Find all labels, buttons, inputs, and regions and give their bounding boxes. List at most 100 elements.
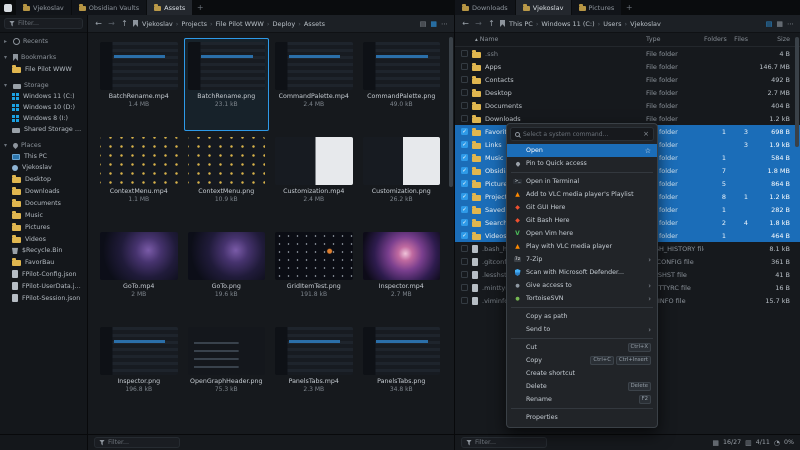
bookmark-icon[interactable] xyxy=(500,20,505,27)
sidebar-section-header-storage[interactable]: ▾Storage xyxy=(0,80,87,91)
grid-view-icon[interactable]: ▦ xyxy=(776,20,783,28)
sidebar-item-fpilot-session-json[interactable]: FPilot-Session.json xyxy=(0,292,87,304)
sidebar-item-shared-storage-t[interactable]: Shared Storage (T:) xyxy=(0,124,87,135)
column-header-type[interactable]: Type xyxy=(646,36,704,43)
forward-button[interactable]: → xyxy=(107,19,116,28)
row-checkbox[interactable]: ✓ xyxy=(461,128,468,135)
sidebar-item-downloads[interactable]: Downloads xyxy=(0,185,87,197)
menu-item-cut[interactable]: CutCtrl+X xyxy=(507,341,657,354)
sidebar-item-this-pc[interactable]: This PC xyxy=(0,151,87,162)
menu-item-pin-to-quick-access[interactable]: Pin to Quick access xyxy=(507,157,657,170)
sidebar-section-header-recents[interactable]: ▸Recents xyxy=(0,36,87,47)
file-item-batchrename-png[interactable]: BatchRename.png23.1 kB xyxy=(184,38,270,131)
star-icon[interactable]: ☆ xyxy=(645,147,651,155)
row-checkbox[interactable] xyxy=(461,76,468,83)
tab-assets[interactable]: Assets xyxy=(147,0,193,15)
table-row-ssh[interactable]: .sshFile folder4 B xyxy=(455,47,800,60)
back-button[interactable]: ← xyxy=(94,19,103,28)
row-checkbox[interactable] xyxy=(461,50,468,57)
row-checkbox[interactable]: ✓ xyxy=(461,193,468,200)
more-options-icon[interactable]: ⋯ xyxy=(441,20,448,28)
file-item-contextmenu-png[interactable]: ContextMenu.png10.9 kB xyxy=(184,133,270,226)
up-button[interactable]: ↑ xyxy=(120,19,129,28)
breadcrumb-item[interactable]: File Pilot WWW xyxy=(216,20,264,28)
row-checkbox[interactable]: ✓ xyxy=(461,219,468,226)
bookmark-icon[interactable] xyxy=(133,20,138,27)
row-checkbox[interactable]: ✓ xyxy=(461,167,468,174)
file-item-panelstabs-mp4[interactable]: PanelsTabs.mp42.3 MB xyxy=(271,323,357,416)
sidebar-item-windows-10-d[interactable]: Windows 10 (D:) xyxy=(0,102,87,113)
file-item-customization-mp4[interactable]: Customization.mp42.4 MB xyxy=(271,133,357,226)
menu-item-tortoisesvn[interactable]: TortoiseSVN› xyxy=(507,292,657,305)
breadcrumb-item[interactable]: This PC xyxy=(509,20,533,28)
menu-item-open[interactable]: Open☆ xyxy=(507,144,657,157)
column-header-size[interactable]: Size xyxy=(748,36,790,43)
tab-downloads[interactable]: Downloads xyxy=(455,0,516,15)
row-checkbox[interactable]: ✓ xyxy=(461,232,468,239)
row-checkbox[interactable]: ✓ xyxy=(461,206,468,213)
file-item-contextmenu-mp4[interactable]: ContextMenu.mp41.1 MB xyxy=(96,133,182,226)
file-item-griditemtest-png[interactable]: GridItemTest.png191.8 kB xyxy=(271,228,357,321)
row-checkbox[interactable] xyxy=(461,115,468,122)
menu-item-open-in-terminal[interactable]: Open in Terminal xyxy=(507,175,657,188)
row-checkbox[interactable] xyxy=(461,89,468,96)
row-checkbox[interactable]: ✓ xyxy=(461,154,468,161)
new-tab-button[interactable]: + xyxy=(193,0,207,15)
tab-obsidian-vaults[interactable]: Obsidian Vaults xyxy=(72,0,147,15)
menu-item-rename[interactable]: RenameF2 xyxy=(507,393,657,406)
menu-item-copy[interactable]: CopyCtrl+CCtrl+Insert xyxy=(507,354,657,367)
sidebar-item-vjekoslav[interactable]: Vjekoslav xyxy=(0,162,87,173)
table-row-contacts[interactable]: ContactsFile folder492 B xyxy=(455,73,800,86)
row-checkbox[interactable]: ✓ xyxy=(461,180,468,187)
row-checkbox[interactable] xyxy=(461,245,468,252)
sidebar-section-header-bookmarks[interactable]: ▾Bookmarks xyxy=(0,52,87,63)
breadcrumb-item[interactable]: Windows 11 (C:) xyxy=(541,20,594,28)
sidebar-filter-input[interactable] xyxy=(18,20,78,27)
app-logo[interactable] xyxy=(0,0,16,15)
column-header-name[interactable]: ▴Name xyxy=(461,36,646,43)
row-checkbox[interactable] xyxy=(461,102,468,109)
file-item-commandpalette-png[interactable]: CommandPalette.png49.0 kB xyxy=(359,38,445,131)
file-item-commandpalette-mp4[interactable]: CommandPalette.mp42.4 MB xyxy=(271,38,357,131)
sidebar-item-recycle-bin[interactable]: $Recycle.Bin xyxy=(0,245,87,256)
breadcrumb-item[interactable]: Vjekoslav xyxy=(630,20,661,28)
sidebar-item-favorbau[interactable]: FavorBau xyxy=(0,256,87,268)
row-checkbox[interactable] xyxy=(461,271,468,278)
menu-item-properties[interactable]: Properties xyxy=(507,411,657,424)
file-item-panelstabs-png[interactable]: PanelsTabs.png34.8 kB xyxy=(359,323,445,416)
menu-item-create-shortcut[interactable]: Create shortcut xyxy=(507,367,657,380)
table-row-documents[interactable]: DocumentsFile folder404 B xyxy=(455,99,800,112)
list-view-icon[interactable]: ▤ xyxy=(420,20,427,28)
tab-vjekoslav[interactable]: Vjekoslav xyxy=(16,0,72,15)
command-search-input[interactable] xyxy=(523,131,640,138)
close-icon[interactable]: × xyxy=(643,130,649,138)
row-checkbox[interactable] xyxy=(461,284,468,291)
row-checkbox[interactable] xyxy=(461,63,468,70)
file-item-goto-mp4[interactable]: GoTo.mp42 MB xyxy=(96,228,182,321)
sidebar-item-pictures[interactable]: Pictures xyxy=(0,221,87,233)
sidebar-item-file-pilot-www[interactable]: File Pilot WWW xyxy=(0,63,87,75)
row-checkbox[interactable] xyxy=(461,297,468,304)
sidebar-item-music[interactable]: Music xyxy=(0,209,87,221)
breadcrumb-item[interactable]: Projects xyxy=(181,20,207,28)
sidebar-item-fpilot-config-json[interactable]: FPilot-Config.json xyxy=(0,268,87,280)
menu-item-scan-with-microsoft-defender[interactable]: Scan with Microsoft Defender... xyxy=(507,266,657,279)
file-item-inspector-png[interactable]: Inspector.png196.8 kB xyxy=(96,323,182,416)
menu-item-open-vim-here[interactable]: Open Vim here xyxy=(507,227,657,240)
up-button[interactable]: ↑ xyxy=(487,19,496,28)
file-item-opengraphheader-png[interactable]: OpenGraphHeader.png75.3 kB xyxy=(184,323,270,416)
breadcrumb-item[interactable]: Deploy xyxy=(272,20,295,28)
breadcrumb-item[interactable]: Vjekoslav xyxy=(142,20,173,28)
file-item-batchrename-mp4[interactable]: BatchRename.mp41.4 MB xyxy=(96,38,182,131)
menu-item-send-to[interactable]: Send to› xyxy=(507,323,657,336)
menu-item-copy-as-path[interactable]: Copy as path xyxy=(507,310,657,323)
left-pane-filter-input[interactable] xyxy=(108,439,175,446)
sidebar-item-documents[interactable]: Documents xyxy=(0,197,87,209)
tab-vjekoslav[interactable]: Vjekoslav xyxy=(516,0,572,15)
breadcrumb-item[interactable]: Users xyxy=(603,20,621,28)
menu-item-play-with-vlc-media-player[interactable]: Play with VLC media player xyxy=(507,240,657,253)
table-row-desktop[interactable]: DesktopFile folder2.7 MB xyxy=(455,86,800,99)
sidebar-item-fpilot-userdata-json[interactable]: FPilot-UserData.json xyxy=(0,280,87,292)
menu-item-git-bash-here[interactable]: Git Bash Here xyxy=(507,214,657,227)
more-options-icon[interactable]: ⋯ xyxy=(787,20,794,28)
